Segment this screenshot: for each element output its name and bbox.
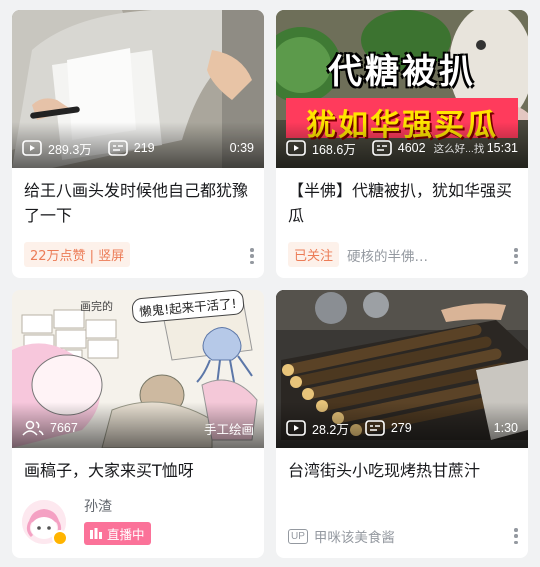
danmaku-count: 4602 — [397, 141, 426, 155]
up-badge: UP — [288, 528, 308, 544]
video-card[interactable]: 28.2万 279 1:30 台湾街头小吃现烤热甘蔗汁 UP 甲咪该美食酱 — [276, 290, 528, 558]
video-duration: 15:31 — [486, 141, 518, 155]
live-card[interactable]: 画完的 懒鬼!起来干活了! 7667 手工绘画 画稿子，大家来买T恤呀 孙渣 直… — [12, 290, 264, 558]
video-stats: 289.3万 219 0:39 — [22, 138, 254, 158]
danmaku-count: 279 — [390, 421, 412, 435]
view-count: 168.6万 — [312, 142, 356, 157]
verified-badge-icon — [52, 530, 68, 546]
live-badge: 直播中 — [84, 522, 151, 545]
followed-tag: 已关注 — [288, 242, 340, 267]
viewers-icon — [22, 420, 44, 436]
video-stats: 168.6万 4602 这么好...找茬 15:31 — [286, 138, 518, 158]
more-options-icon[interactable] — [514, 528, 518, 544]
video-thumbnail[interactable]: 289.3万 219 0:39 — [12, 10, 264, 168]
danmaku-icon — [371, 140, 392, 156]
feed-grid: 289.3万 219 0:39 给王八画头发时候他自己都犹豫了一下 22万点赞 … — [0, 0, 540, 567]
live-label: 直播中 — [107, 527, 145, 542]
live-category: 手工绘画 — [203, 422, 254, 437]
uploader-name[interactable]: 硬核的半佛… — [347, 245, 428, 265]
danmaku-count: 219 — [133, 141, 155, 155]
video-card[interactable]: 代糖被扒 犹如华强买瓜 168.6万 4602 这么好...找茬 15:31 【… — [276, 10, 528, 278]
play-count-icon — [286, 140, 306, 156]
live-thumbnail[interactable]: 画完的 懒鬼!起来干活了! 7667 手工绘画 — [12, 290, 264, 448]
video-card[interactable]: 289.3万 219 0:39 给王八画头发时候他自己都犹豫了一下 22万点赞 … — [12, 10, 264, 278]
streamer-name[interactable]: 孙渣 — [84, 496, 112, 516]
video-thumbnail[interactable]: 28.2万 279 1:30 — [276, 290, 528, 448]
more-options-icon[interactable] — [514, 248, 518, 264]
live-stats: 7667 手工绘画 — [22, 418, 254, 438]
video-meta: 已关注 硬核的半佛… — [288, 242, 516, 267]
uploader-name[interactable]: 甲咪该美食酱 — [314, 526, 395, 546]
thumbnail-overlay-text: 这么好...找茬 — [433, 142, 484, 155]
video-meta: UP 甲咪该美食酱 — [288, 526, 516, 546]
thumbnail-text-top: 画完的 — [80, 300, 113, 313]
video-meta: 22万点赞 | 竖屏 — [24, 242, 252, 267]
likes-tag: 22万点赞 | 竖屏 — [24, 242, 131, 267]
video-title[interactable]: 台湾街头小吃现烤热甘蔗汁 — [288, 458, 516, 483]
live-bars-icon — [90, 528, 102, 539]
danmaku-icon — [365, 420, 385, 436]
live-title[interactable]: 画稿子，大家来买T恤呀 — [24, 458, 252, 483]
video-duration: 0:39 — [229, 141, 254, 155]
view-count: 289.3万 — [48, 142, 92, 157]
viewer-count: 7667 — [50, 421, 78, 435]
danmaku-icon — [107, 140, 128, 156]
play-count-icon — [286, 420, 306, 436]
play-count-icon — [22, 140, 42, 156]
video-duration: 1:30 — [493, 421, 518, 435]
video-title[interactable]: 给王八画头发时候他自己都犹豫了一下 — [24, 178, 252, 228]
thumbnail-banner-line1: 代糖被扒 — [328, 52, 476, 92]
video-title[interactable]: 【半佛】代糖被扒，犹如华强买瓜 — [288, 178, 516, 228]
video-stats: 28.2万 279 1:30 — [286, 418, 518, 438]
more-options-icon[interactable] — [250, 248, 254, 264]
video-thumbnail[interactable]: 代糖被扒 犹如华强买瓜 168.6万 4602 这么好...找茬 15:31 — [276, 10, 528, 168]
view-count: 28.2万 — [312, 422, 349, 437]
